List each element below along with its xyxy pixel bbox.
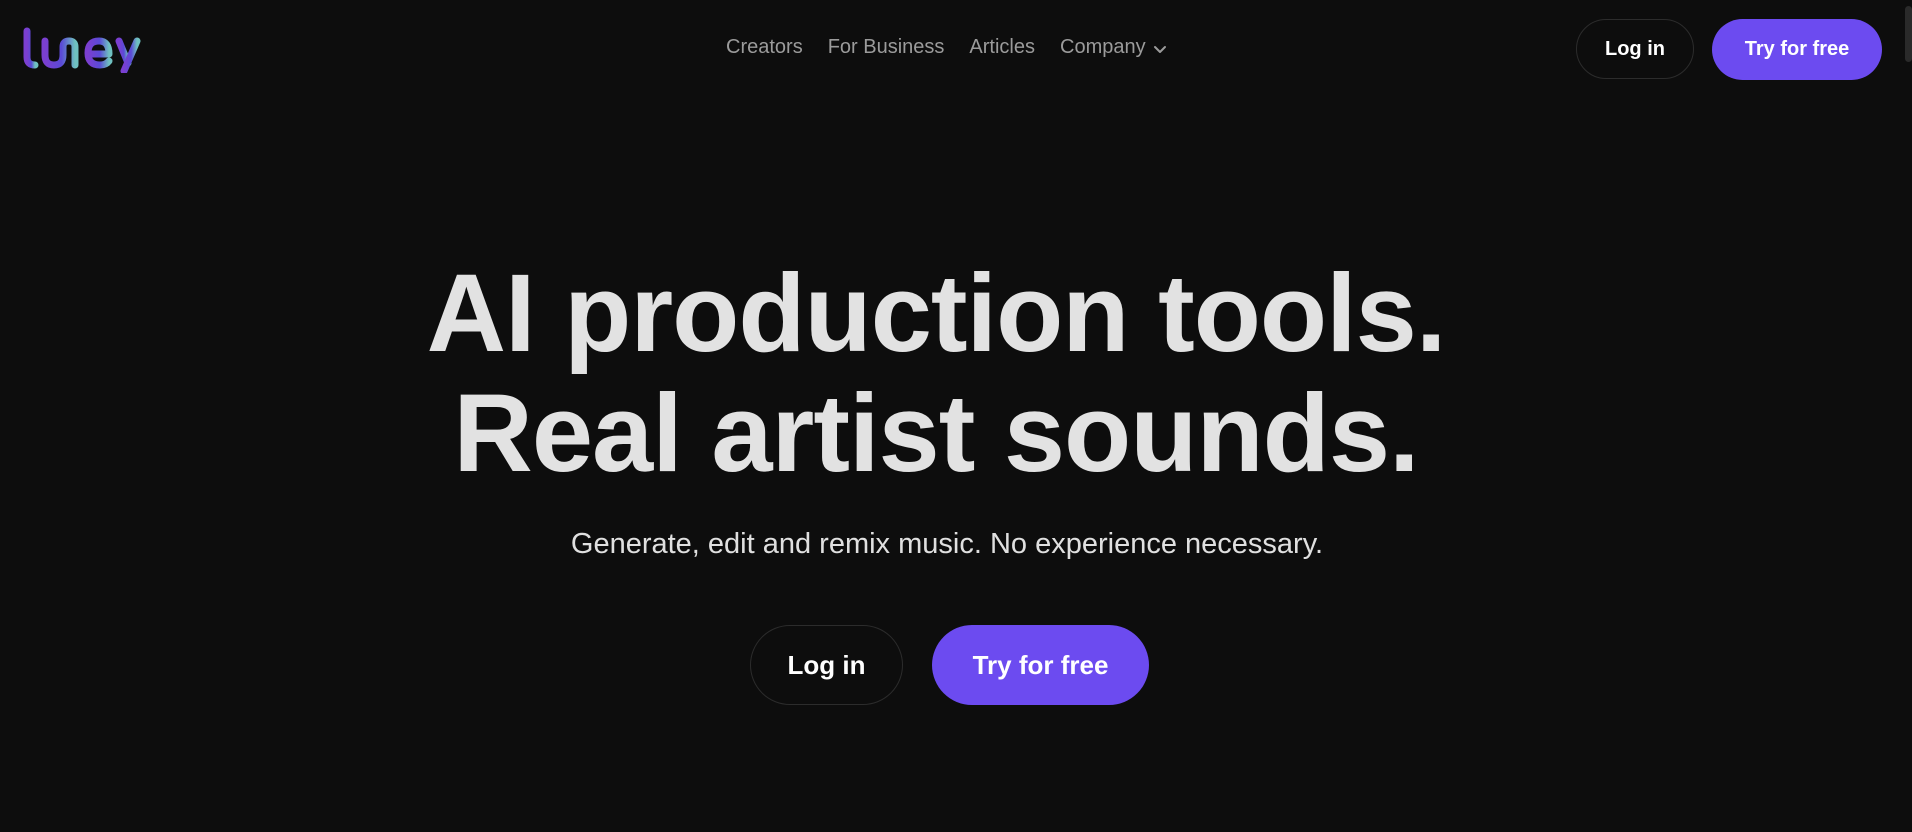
scrollbar-thumb[interactable] <box>1905 6 1912 62</box>
header-try-free-button[interactable]: Try for free <box>1712 19 1882 80</box>
nav-creators[interactable]: Creators <box>726 36 803 59</box>
chevron-down-icon <box>1153 45 1166 53</box>
tuney-logo[interactable] <box>17 27 143 73</box>
hero-title: AI production tools. Real artist sounds. <box>0 254 1872 494</box>
nav-company-label: Company <box>1060 36 1146 58</box>
hero-title-line-1: AI production tools. <box>426 252 1447 375</box>
site-header: Creators For Business Articles Company L… <box>0 0 1912 100</box>
main-nav: Creators For Business Articles Company <box>726 36 1167 59</box>
header-login-button[interactable]: Log in <box>1576 19 1694 79</box>
hero-title-line-2: Real artist sounds. <box>453 372 1419 495</box>
nav-articles[interactable]: Articles <box>969 36 1035 59</box>
hero-try-free-button[interactable]: Try for free <box>932 625 1149 705</box>
hero-login-button[interactable]: Log in <box>750 625 903 705</box>
hero-subtitle: Generate, edit and remix music. No exper… <box>570 528 1324 560</box>
page: Creators For Business Articles Company L… <box>0 0 1912 832</box>
nav-for-business[interactable]: For Business <box>828 36 945 59</box>
nav-company[interactable]: Company <box>1060 36 1167 59</box>
hero-cta-group: Log in Try for free <box>750 625 1149 705</box>
page-scrollbar[interactable] <box>1902 0 1912 832</box>
